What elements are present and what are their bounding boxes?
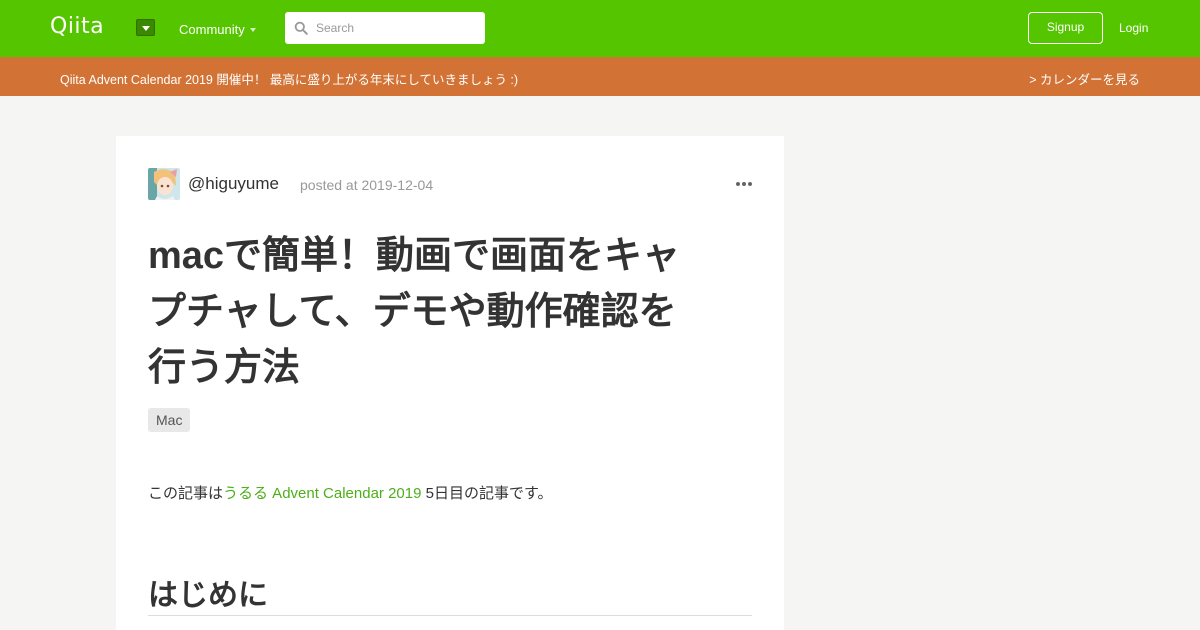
avatar-image — [148, 168, 180, 200]
community-menu[interactable]: Community — [179, 22, 245, 37]
intro-suffix: 5日目の記事です。 — [421, 485, 553, 502]
more-options-icon[interactable] — [736, 182, 752, 187]
advent-calendar-link[interactable]: うるる Advent Calendar 2019 — [223, 485, 421, 502]
author-name-link[interactable]: @higuyume — [188, 174, 279, 194]
article-card: @higuyume posted at 2019-12-04 macで簡単！動画… — [116, 136, 784, 630]
intro-paragraph: この記事はうるる Advent Calendar 2019 5日目の記事です。 — [148, 482, 552, 503]
intro-prefix: この記事は — [148, 485, 224, 502]
article-title-line: プチャして、デモや動作確認を — [148, 291, 677, 333]
logo-dropdown-button[interactable] — [136, 19, 155, 36]
article-title-line: macで簡単！動画で画面をキャ — [148, 235, 681, 277]
article-title-line: 行う方法 — [148, 347, 301, 389]
tag-mac[interactable]: Mac — [148, 408, 191, 432]
global-header: Qiita Community Signup Login — [0, 0, 1200, 57]
qiita-logo[interactable]: Qiita — [50, 14, 104, 39]
posted-date: posted at 2019-12-04 — [300, 177, 434, 193]
heading-divider — [148, 615, 752, 616]
author-avatar[interactable] — [148, 168, 180, 200]
section-heading: はじめに — [148, 579, 268, 612]
search-input[interactable] — [316, 18, 476, 38]
article-title: macで簡単！動画で画面をキャ プチャして、デモや動作確認を 行う方法 — [148, 228, 752, 396]
search-icon — [294, 21, 308, 35]
calendar-link[interactable]: > カレンダーを見る — [1029, 69, 1140, 88]
announcement-bar: Qiita Advent Calendar 2019 開催中！ 最高に盛り上がる… — [0, 57, 1200, 96]
search-box — [285, 12, 485, 44]
login-link[interactable]: Login — [1119, 21, 1148, 35]
chevron-down-icon — [142, 26, 150, 31]
signup-button[interactable]: Signup — [1028, 12, 1103, 44]
announcement-text: Qiita Advent Calendar 2019 開催中！ 最高に盛り上がる… — [60, 73, 519, 87]
caret-down-icon — [250, 28, 256, 32]
